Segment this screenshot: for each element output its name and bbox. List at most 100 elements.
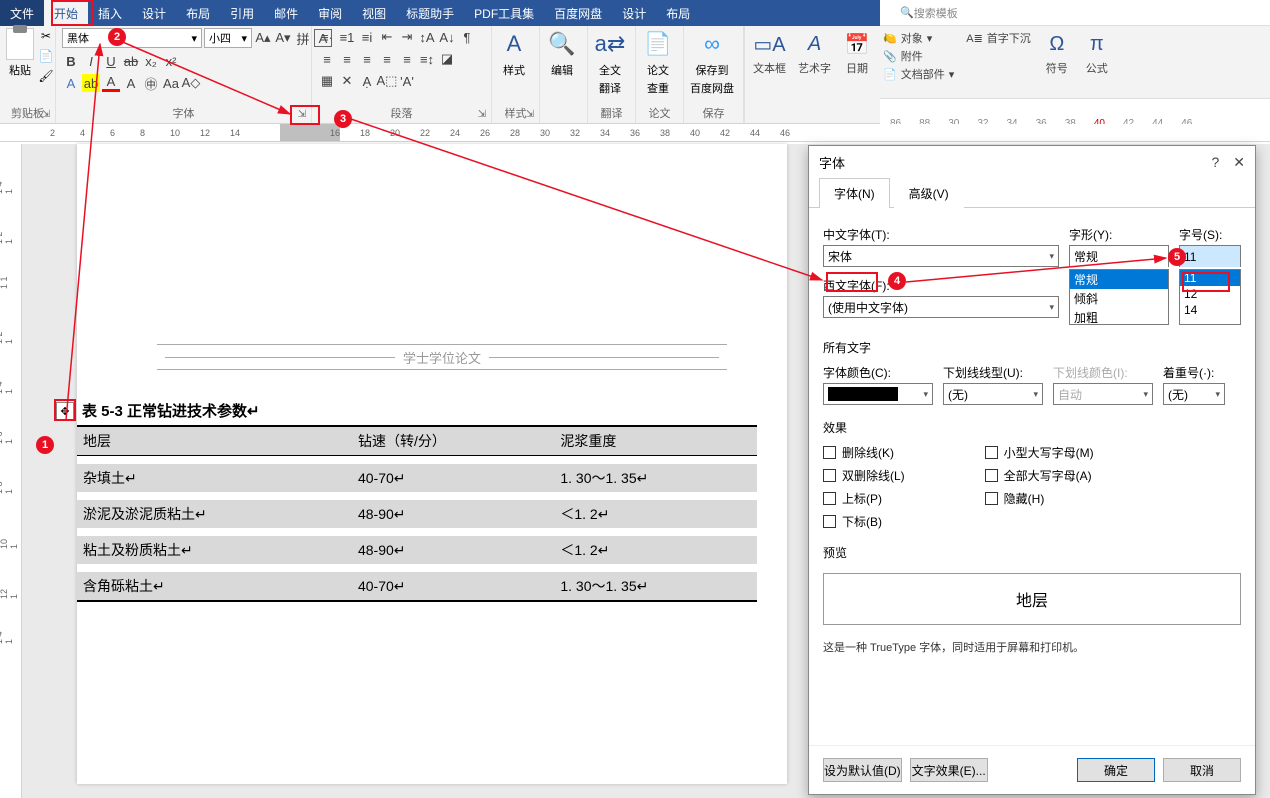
x3-icon[interactable]: A⬚: [378, 72, 396, 90]
chk-allcaps[interactable]: 全部大写字母(A): [985, 467, 1094, 484]
font-size-combo[interactable]: 小四▾: [204, 28, 252, 48]
change-case-icon[interactable]: Aa: [162, 74, 180, 92]
set-default-button[interactable]: 设为默认值(D): [823, 758, 902, 782]
vertical-ruler[interactable]: 1 4 1 1 2 1 1 1 1 2 1 1 4 1 1 6 1 1 8 1 …: [0, 144, 22, 798]
superscript-icon[interactable]: x²: [162, 52, 180, 70]
shading-icon[interactable]: ◪: [438, 50, 456, 68]
symbol-button[interactable]: Ω符号: [1043, 30, 1071, 76]
cancel-button[interactable]: 取消: [1163, 758, 1241, 782]
formula-button[interactable]: π公式: [1083, 30, 1111, 76]
tab-table-design[interactable]: 设计: [612, 0, 656, 26]
dialog-tab-font[interactable]: 字体(N): [819, 178, 890, 208]
translate-button[interactable]: a⇄全文翻译: [594, 28, 626, 96]
justify-icon[interactable]: ≡: [378, 50, 396, 68]
object-button[interactable]: 🍋 对象 ▾: [883, 30, 954, 46]
x2-icon[interactable]: Ạ: [358, 72, 376, 90]
shrink-font-icon[interactable]: A▾: [274, 29, 292, 47]
tab-design[interactable]: 设计: [132, 0, 176, 26]
dialog-titlebar[interactable]: 字体 ? ✕: [809, 146, 1255, 178]
show-marks-icon[interactable]: ¶: [458, 28, 476, 46]
tab-mailings[interactable]: 邮件: [264, 0, 308, 26]
search-templates-input[interactable]: 🔍 搜索模板: [880, 0, 1270, 26]
enclose-icon[interactable]: ㊥: [142, 74, 160, 92]
tab-insert[interactable]: 插入: [88, 0, 132, 26]
paste-button[interactable]: 粘贴: [6, 28, 34, 78]
bold-icon[interactable]: B: [62, 52, 80, 70]
style-listbox[interactable]: 常规 倾斜 加粗: [1069, 269, 1169, 325]
font-name-combo[interactable]: 黑体▾: [62, 28, 202, 48]
borders-icon[interactable]: ▦: [318, 72, 336, 90]
tab-layout[interactable]: 布局: [176, 0, 220, 26]
tab-view[interactable]: 视图: [352, 0, 396, 26]
x1-icon[interactable]: ✕: [338, 72, 356, 90]
table-row[interactable]: 淤泥及淤泥质粘土↵48-90↵＜1. 2↵: [77, 500, 757, 528]
paragraph-dialog-launcher[interactable]: ⇲: [475, 107, 489, 121]
chk-smallcaps[interactable]: 小型大写字母(M): [985, 444, 1094, 461]
dropcap-button[interactable]: A≣ 首字下沉: [966, 30, 1031, 46]
multilevel-icon[interactable]: ≡i: [358, 28, 376, 46]
underline-style-combo[interactable]: (无)▾: [943, 383, 1043, 405]
chk-hidden[interactable]: 隐藏(H): [985, 490, 1094, 507]
tab-references[interactable]: 引用: [220, 0, 264, 26]
attachment-button[interactable]: 📎 附件: [883, 48, 954, 64]
data-table[interactable]: 地层钻速（转/分）泥浆重度 杂填土↵40-70↵1. 30～1. 35↵ 淤泥及…: [77, 425, 757, 602]
table-row[interactable]: 含角砾粘土↵40-70↵1. 30～1. 35↵: [77, 572, 757, 601]
highlight-icon[interactable]: ab: [82, 74, 100, 92]
font-color-combo[interactable]: ▾: [823, 383, 933, 405]
help-icon[interactable]: ?: [1211, 154, 1219, 171]
text-effects-button[interactable]: 文字效果(E)...: [910, 758, 988, 782]
char-shading-icon[interactable]: A: [122, 74, 140, 92]
align-right-icon[interactable]: ≡: [358, 50, 376, 68]
horizontal-ruler[interactable]: 2 4 6 8 10 12 14 16 18 20 22 24 26 28 30…: [0, 124, 1270, 142]
close-icon[interactable]: ✕: [1233, 154, 1245, 171]
table-header-row[interactable]: 地层钻速（转/分）泥浆重度: [77, 426, 757, 456]
thesis-check-button[interactable]: 📄论文查重: [642, 28, 674, 96]
x4-icon[interactable]: 'A': [398, 72, 416, 90]
copy-icon[interactable]: 📄: [38, 48, 54, 64]
chk-superscript[interactable]: 上标(P): [823, 490, 905, 507]
size-listbox[interactable]: 11 12 14: [1179, 269, 1241, 325]
bullets-icon[interactable]: ≡·: [318, 28, 336, 46]
wordart-button[interactable]: A艺术字: [798, 30, 831, 76]
text-direction-icon[interactable]: ↕A: [418, 28, 436, 46]
textbox-button[interactable]: ▭A文本框: [753, 30, 786, 76]
sort-icon[interactable]: A↓: [438, 28, 456, 46]
subscript-icon[interactable]: x₂: [142, 52, 160, 70]
cn-font-combo[interactable]: 宋体▾: [823, 245, 1059, 267]
underline-icon[interactable]: U: [102, 52, 120, 70]
strikethrough-icon[interactable]: ab: [122, 52, 140, 70]
cut-icon[interactable]: ✂: [38, 28, 54, 44]
tab-baidu[interactable]: 百度网盘: [544, 0, 612, 26]
docparts-button[interactable]: 📄 文档部件 ▾: [883, 66, 954, 82]
dialog-tab-advanced[interactable]: 高级(V): [894, 178, 964, 208]
align-center-icon[interactable]: ≡: [338, 50, 356, 68]
phonetic-icon[interactable]: 拼: [294, 29, 312, 47]
clear-format-icon[interactable]: A◇: [182, 74, 200, 92]
style-input[interactable]: 常规: [1069, 245, 1169, 267]
ok-button[interactable]: 确定: [1077, 758, 1155, 782]
emphasis-combo[interactable]: (无)▾: [1163, 383, 1225, 405]
table-row[interactable]: 杂填土↵40-70↵1. 30～1. 35↵: [77, 464, 757, 492]
increase-indent-icon[interactable]: ⇥: [398, 28, 416, 46]
format-painter-icon[interactable]: 🖌: [38, 68, 54, 84]
line-spacing-icon[interactable]: ≡↕: [418, 50, 436, 68]
date-button[interactable]: 📅日期: [843, 30, 871, 76]
chk-dblstrike[interactable]: 双删除线(L): [823, 467, 905, 484]
editing-button[interactable]: 🔍编辑: [546, 28, 578, 78]
distribute-icon[interactable]: ≡: [398, 50, 416, 68]
chk-strike[interactable]: 删除线(K): [823, 444, 905, 461]
chk-subscript[interactable]: 下标(B): [823, 513, 905, 530]
styles-dialog-launcher[interactable]: ⇲: [523, 107, 537, 121]
tab-file[interactable]: 文件: [0, 0, 44, 26]
tab-home[interactable]: 开始: [44, 0, 88, 26]
tab-heading-helper[interactable]: 标题助手: [396, 0, 464, 26]
numbering-icon[interactable]: ≡1: [338, 28, 356, 46]
font-color-icon[interactable]: A: [102, 74, 120, 92]
text-effects-icon[interactable]: A: [62, 74, 80, 92]
align-left-icon[interactable]: ≡: [318, 50, 336, 68]
decrease-indent-icon[interactable]: ⇤: [378, 28, 396, 46]
size-input[interactable]: 11: [1179, 245, 1241, 267]
styles-button[interactable]: A样式: [498, 28, 530, 78]
tab-review[interactable]: 审阅: [308, 0, 352, 26]
tab-table-layout[interactable]: 布局: [656, 0, 700, 26]
